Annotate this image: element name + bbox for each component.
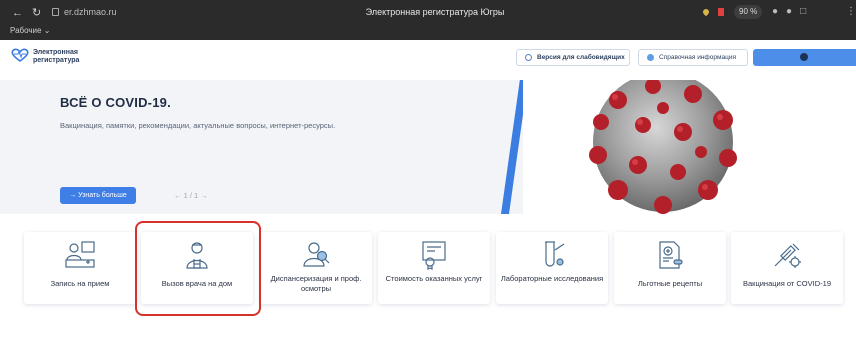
service-card-vaccination[interactable]: Вакцинация от COVID-19 <box>731 232 843 304</box>
syringe-virus-icon <box>774 243 801 268</box>
hero-title: ВСЁ О COVID-19. <box>60 95 171 110</box>
highlight-frame <box>135 221 261 316</box>
logo-line-2: регистратура <box>33 57 80 64</box>
back-arrow-icon[interactable]: ← <box>12 7 23 19</box>
heart-logo-icon[interactable] <box>10 48 30 62</box>
service-label: Льготные рецепты <box>637 279 703 288</box>
user-icon <box>800 53 808 61</box>
question-icon <box>647 54 654 61</box>
account-button[interactable] <box>753 49 856 66</box>
service-label: Стоимость оказанных услуг <box>385 274 483 283</box>
prev-slide-icon[interactable]: ← <box>174 191 182 200</box>
site-header: Электронная регистратура Версия для слаб… <box>0 40 856 76</box>
eye-icon <box>525 54 532 61</box>
cost-certificate-icon <box>422 241 446 270</box>
browser-nav-row: ← ↻ er.dzhmao.ru Электронная регистратур… <box>0 0 856 26</box>
service-card-appointment[interactable]: Запись на прием <box>24 232 136 304</box>
next-slide-icon[interactable]: → <box>200 191 208 200</box>
service-card-checkup[interactable]: Диспансеризация и проф. осмотры <box>260 232 372 304</box>
location-icon[interactable] <box>701 7 711 17</box>
slide-counter: 1 / 1 <box>183 191 199 200</box>
learn-more-button[interactable]: → Узнать больше <box>60 187 136 204</box>
service-label: Вакцинация от COVID-19 <box>742 279 831 288</box>
help-info-label: Справочная информация <box>659 54 736 61</box>
services-row: Запись на прием Вызов врача на дом Диспа… <box>0 232 856 304</box>
appointment-icon <box>65 241 95 268</box>
menu-icon[interactable]: ⋮ <box>846 6 856 17</box>
page-title: Электронная регистратура Югры <box>365 7 505 17</box>
logo-line-1: Электронная <box>33 49 78 56</box>
service-card-prescription[interactable]: Льготные рецепты <box>614 232 726 304</box>
address-bar[interactable]: er.dzhmao.ru <box>64 7 117 17</box>
lock-icon <box>52 8 59 16</box>
low-vision-button[interactable]: Версия для слабовидящих <box>516 49 630 66</box>
help-info-button[interactable]: Справочная информация <box>638 49 748 66</box>
service-label: Лабораторные исследования <box>500 274 604 283</box>
extensions-icons[interactable]: ●●□ <box>772 6 814 17</box>
logo-text[interactable]: Электронная регистратура <box>33 49 93 65</box>
service-card-lab[interactable]: Лабораторные исследования <box>496 232 608 304</box>
profile-label: Рабочие <box>10 26 42 35</box>
lab-tube-icon <box>545 241 565 267</box>
virus-image <box>523 80 856 214</box>
slider-pager[interactable]: ← 1 / 1 → <box>174 191 208 200</box>
service-label: Запись на прием <box>50 279 110 288</box>
low-vision-label: Версия для слабовидящих <box>537 54 625 61</box>
hero-banner: ВСЁ О COVID-19. Вакцинация, памятки, рек… <box>0 80 856 214</box>
prescription-icon <box>659 241 683 269</box>
zoom-value: 90 % <box>739 7 758 16</box>
browser-toolbar: ← ↻ er.dzhmao.ru Электронная регистратур… <box>0 0 856 40</box>
learn-more-label: Узнать больше <box>78 192 127 199</box>
service-card-cost[interactable]: Стоимость оказанных услуг <box>378 232 490 304</box>
reload-icon[interactable]: ↻ <box>32 7 41 19</box>
profile-selector[interactable]: Рабочие ⌄ <box>10 26 50 35</box>
hero-subtitle: Вакцинация, памятки, рекомендации, актуа… <box>60 121 336 130</box>
bookmark-icon[interactable] <box>718 8 724 16</box>
service-label: Диспансеризация и проф. осмотры <box>270 274 362 293</box>
coronavirus-illustration <box>589 80 737 214</box>
checkup-icon <box>303 242 330 267</box>
zoom-indicator[interactable]: 90 % <box>734 5 763 19</box>
